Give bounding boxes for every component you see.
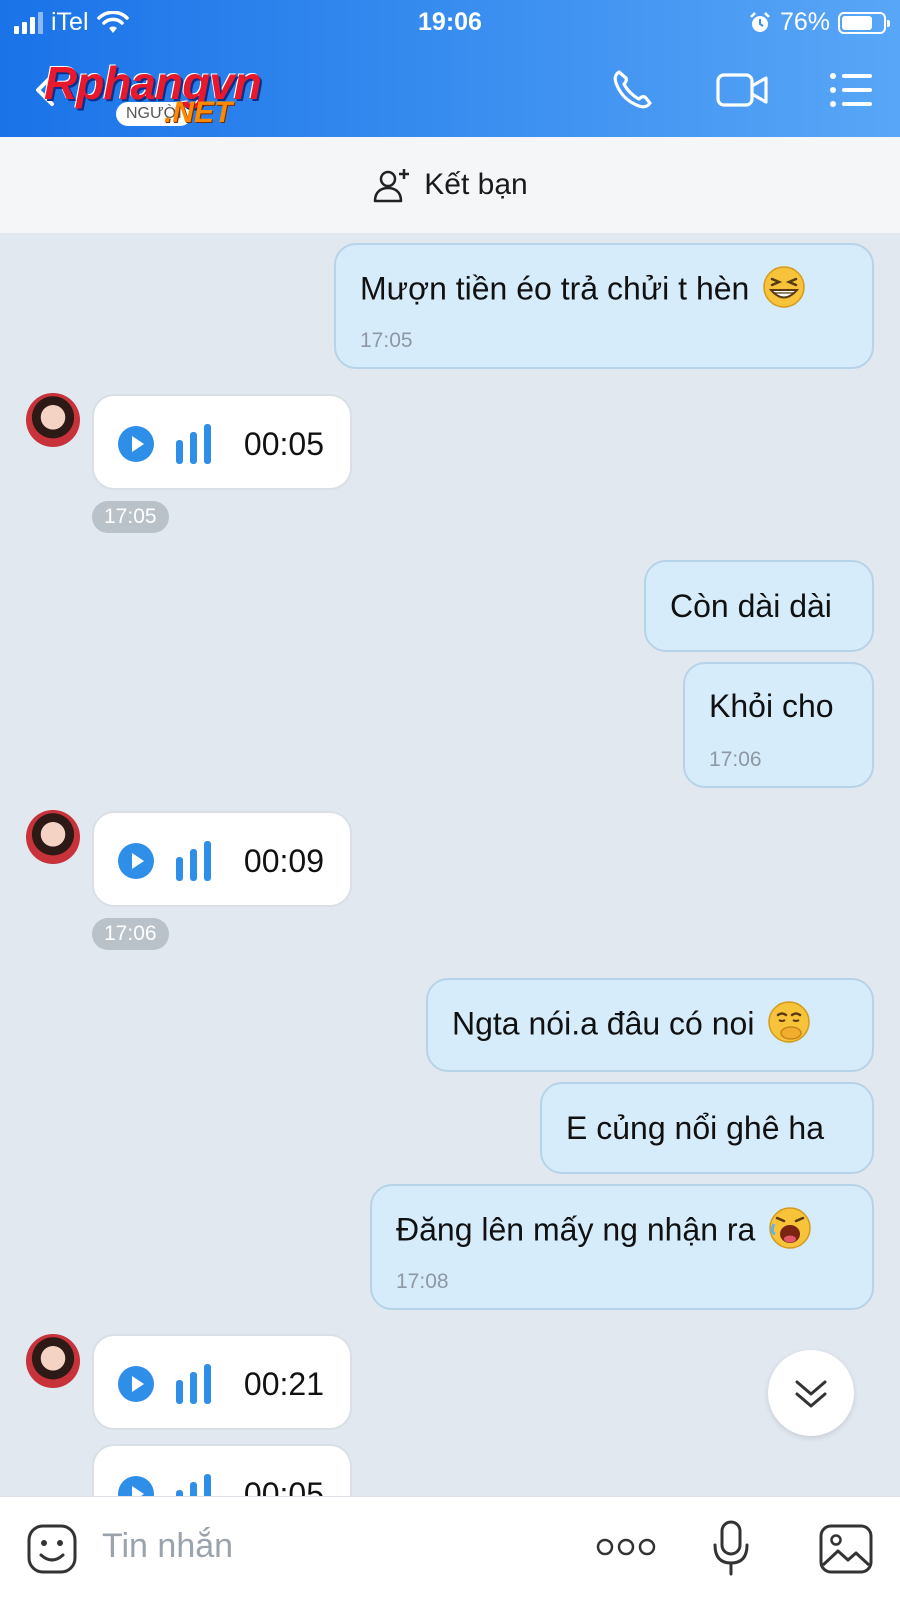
- outgoing-message[interactable]: E củng nổi ghê ha: [540, 1082, 874, 1174]
- contact-avatar[interactable]: [26, 393, 80, 447]
- audio-waveform-icon: [176, 1364, 211, 1404]
- audio-waveform-icon: [176, 1474, 211, 1496]
- contact-avatar[interactable]: [26, 810, 80, 864]
- watermark-logo: NGƯỜI Rphangvn .NET: [44, 56, 324, 136]
- play-icon[interactable]: [118, 426, 154, 462]
- play-icon[interactable]: [118, 843, 154, 879]
- logo-net-text: .NET: [164, 96, 233, 129]
- message-text: Ngta nói.a đâu có noi: [452, 1001, 811, 1048]
- message-input-bar: Tin nhắn: [0, 1496, 900, 1600]
- audio-waveform-icon: [176, 841, 211, 881]
- battery-percent: 76%: [779, 8, 830, 36]
- message-time: 17:05: [360, 329, 413, 352]
- add-friend-label: Kết bạn: [424, 168, 528, 201]
- outgoing-message[interactable]: Khỏi cho 17:06: [683, 662, 874, 788]
- message-text: Khỏi cho: [709, 688, 834, 724]
- phone-call-icon[interactable]: [608, 66, 658, 114]
- message-input[interactable]: Tin nhắn: [102, 1527, 233, 1566]
- voice-duration: 00:21: [243, 1366, 324, 1402]
- video-call-icon[interactable]: [714, 66, 770, 114]
- audio-waveform-icon: [176, 424, 211, 464]
- status-bar: iTel 19:06 76%: [0, 0, 900, 44]
- message-text: E củng nổi ghê ha: [566, 1110, 824, 1146]
- double-chevron-down-icon: [795, 1380, 827, 1408]
- image-gallery-icon[interactable]: [818, 1523, 874, 1575]
- voice-duration: 00:05: [243, 1476, 324, 1496]
- add-friend-button[interactable]: Kết bạn: [0, 137, 900, 233]
- message-text-content: Ngta nói.a đâu có noi: [452, 1005, 755, 1042]
- crying-laughing-emoji-icon: [769, 1207, 811, 1249]
- battery-level: [842, 15, 873, 30]
- outgoing-message[interactable]: Còn dài dài: [644, 560, 874, 652]
- battery-icon: [838, 11, 890, 34]
- smirking-hand-emoji-icon: [768, 1001, 811, 1043]
- outgoing-message[interactable]: Mượn tiền éo trả chửi t hèn 17:05: [334, 243, 874, 369]
- add-friend-icon: [374, 169, 410, 203]
- chat-header: iTel 19:06 76% NGƯỜI Rphangvn .NET: [0, 0, 900, 137]
- alarm-icon: [750, 11, 770, 32]
- message-time: 17:05: [92, 501, 169, 533]
- voice-message[interactable]: 00:05: [92, 394, 352, 490]
- contact-avatar[interactable]: [26, 1334, 80, 1388]
- message-time: 17:08: [396, 1270, 449, 1293]
- grinning-squint-emoji-icon: [763, 266, 805, 308]
- message-text: Còn dài dài: [670, 588, 832, 624]
- sticker-smile-icon[interactable]: [26, 1523, 78, 1575]
- voice-message[interactable]: 00:05: [92, 1444, 352, 1496]
- voice-message[interactable]: 00:09: [92, 811, 352, 907]
- message-time: 17:06: [709, 748, 762, 771]
- voice-message[interactable]: 00:21: [92, 1334, 352, 1430]
- menu-list-icon[interactable]: [826, 66, 876, 114]
- outgoing-message[interactable]: Đăng lên mấy ng nhận ra 17:08: [370, 1184, 874, 1310]
- message-time: 17:06: [92, 918, 169, 950]
- scroll-to-bottom-button[interactable]: [768, 1350, 854, 1436]
- more-options-icon[interactable]: [596, 1537, 656, 1557]
- microphone-icon[interactable]: [710, 1519, 752, 1577]
- outgoing-message[interactable]: Ngta nói.a đâu có noi: [426, 978, 874, 1072]
- play-icon[interactable]: [118, 1476, 154, 1496]
- message-text-content: Mượn tiền éo trả chửi t hèn: [360, 270, 750, 307]
- message-text-content: Đăng lên mấy ng nhận ra: [396, 1211, 756, 1248]
- voice-duration: 00:05: [243, 426, 324, 462]
- play-icon[interactable]: [118, 1366, 154, 1402]
- message-text: Mượn tiền éo trả chửi t hèn: [360, 266, 806, 313]
- message-text: Đăng lên mấy ng nhận ra: [396, 1207, 812, 1254]
- voice-duration: 00:09: [243, 843, 324, 879]
